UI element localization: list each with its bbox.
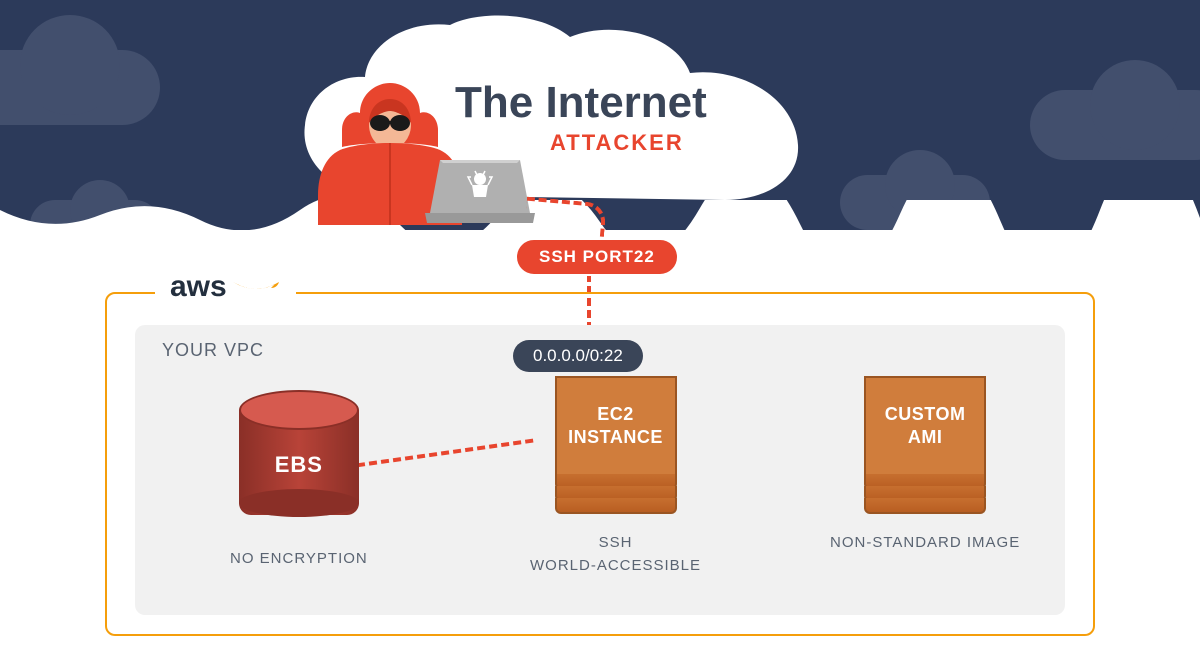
aws-label: aws (155, 270, 296, 304)
ec2-resource: EC2INSTANCE SSHWORLD-ACCESSIBLE (530, 376, 701, 577)
ssh-port-badge: SSH PORT22 (515, 238, 679, 276)
ebs-resource: EBS NO ENCRYPTION (230, 390, 368, 571)
laptop-icon (425, 155, 535, 230)
ami-resource: CUSTOMAMI NON-STANDARD IMAGE (830, 376, 1020, 555)
bg-cloud (1030, 90, 1200, 160)
ami-caption: NON-STANDARD IMAGE (830, 532, 1020, 555)
aws-swoosh-icon (231, 278, 281, 296)
ebs-cylinder-icon: EBS (239, 390, 359, 530)
ami-box-icon: CUSTOMAMI (864, 376, 986, 476)
ec2-caption: SSHWORLD-ACCESSIBLE (530, 532, 701, 577)
cidr-badge: 0.0.0.0/0:22 (513, 340, 643, 372)
aws-text: aws (170, 270, 227, 304)
vpc-label: YOUR VPC (162, 340, 264, 361)
attacker-label: ATTACKER (550, 130, 684, 156)
bg-cloud (0, 50, 160, 125)
ami-label: CUSTOMAMI (885, 403, 966, 450)
internet-title: The Internet (455, 78, 707, 128)
ec2-stack-layers (555, 474, 677, 510)
ebs-caption: NO ENCRYPTION (230, 548, 368, 571)
ebs-label: EBS (239, 452, 359, 478)
ec2-label: EC2INSTANCE (568, 403, 663, 450)
ec2-box-icon: EC2INSTANCE (555, 376, 677, 476)
ami-stack-layers (864, 474, 986, 510)
